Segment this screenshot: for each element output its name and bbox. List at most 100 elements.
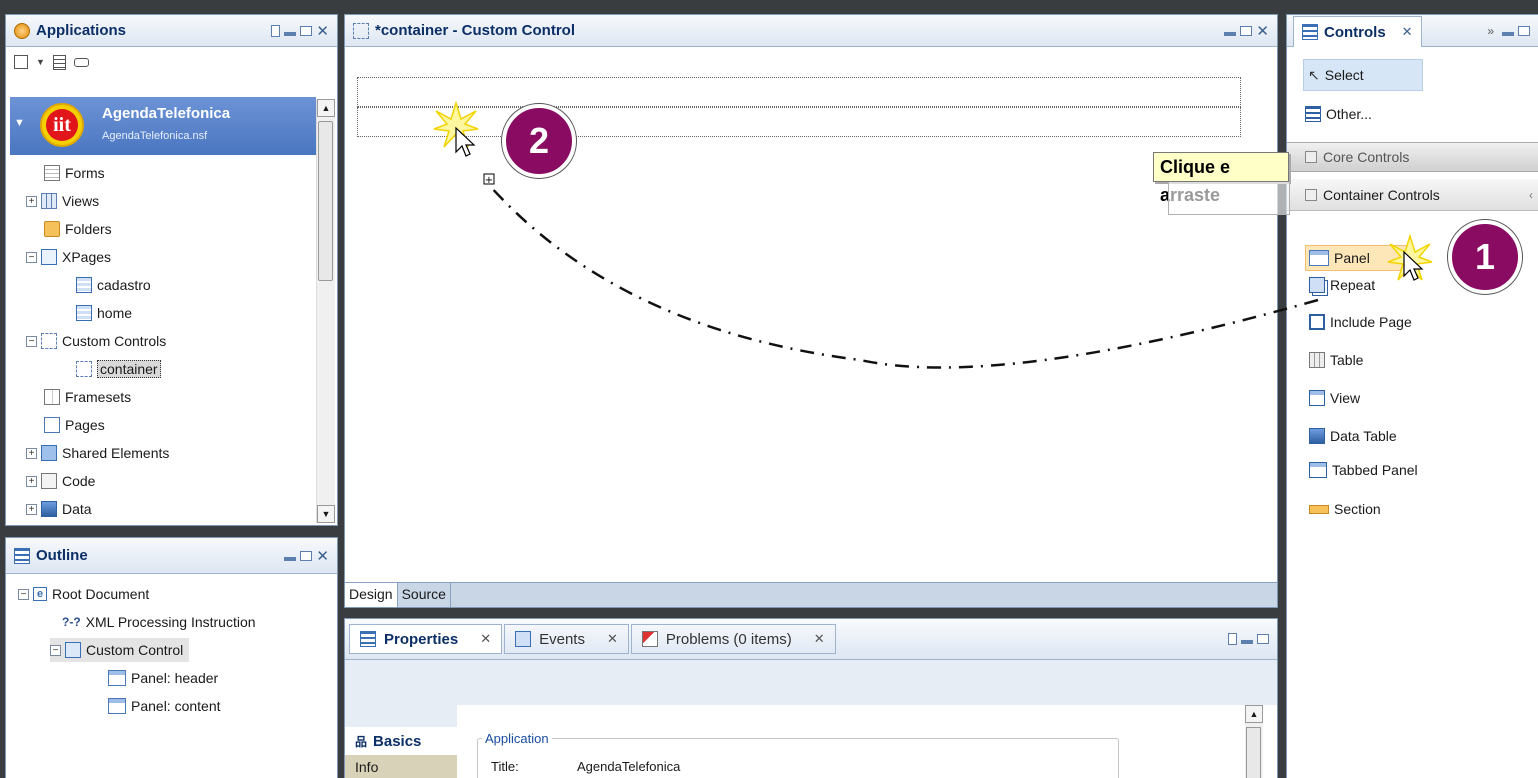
scroll-up-button[interactable]: ▲ xyxy=(1245,705,1263,723)
applications-scrollbar[interactable]: ▲ ▼ xyxy=(316,99,335,523)
collapse-icon[interactable]: − xyxy=(26,335,37,347)
outline-xml-instruction[interactable]: ?-? XML Processing Instruction xyxy=(62,610,256,634)
panel-icon xyxy=(1309,250,1329,266)
expand-icon[interactable]: + xyxy=(26,195,37,207)
maximize-icon[interactable] xyxy=(1518,25,1530,36)
control-panel[interactable]: Panel xyxy=(1305,245,1413,271)
data-icon xyxy=(41,501,57,517)
tree-item-framesets[interactable]: Framesets xyxy=(44,385,131,409)
close-icon[interactable]: ✕ xyxy=(1256,22,1269,40)
close-icon[interactable]: ✕ xyxy=(316,22,329,40)
minimize-icon[interactable] xyxy=(284,556,297,561)
collapse-icon[interactable]: − xyxy=(26,251,37,263)
tab-source[interactable]: Source xyxy=(398,583,451,607)
minimize-icon[interactable] xyxy=(284,31,297,36)
properties-panel: Properties ✕ Events ✕ Problems (0 items)… xyxy=(344,618,1278,778)
tab-events[interactable]: Events ✕ xyxy=(504,624,629,654)
control-repeat[interactable]: Repeat xyxy=(1309,272,1375,298)
view-menu-icon[interactable] xyxy=(271,24,281,37)
properties-scrollbar[interactable]: ▲ xyxy=(1245,705,1263,778)
control-section[interactable]: Section xyxy=(1309,496,1381,522)
tree-item-folders[interactable]: Folders xyxy=(44,217,112,241)
tree-item-container[interactable]: container xyxy=(76,357,161,381)
other-icon xyxy=(1305,106,1321,122)
collapse-drawer-icon[interactable]: ‹ xyxy=(1529,188,1533,202)
drawer-icon xyxy=(1305,188,1317,201)
control-tabbed-panel[interactable]: Tabbed Panel xyxy=(1309,457,1418,483)
drawer-icon xyxy=(1305,151,1317,163)
collapse-arrow-icon[interactable]: ▼ xyxy=(14,117,25,129)
minimize-icon[interactable] xyxy=(1502,31,1514,36)
side-tab-basics[interactable]: 品 Basics xyxy=(345,727,457,755)
collapse-icon[interactable]: − xyxy=(50,644,61,656)
expand-icon[interactable]: + xyxy=(26,447,37,459)
scroll-thumb[interactable] xyxy=(1246,727,1261,778)
tree-item-shared-elements[interactable]: + Shared Elements xyxy=(26,441,169,465)
applications-toolbar: ▼ xyxy=(6,47,337,77)
tree-item-custom-controls[interactable]: − Custom Controls xyxy=(26,329,166,353)
panel-content-placeholder[interactable] xyxy=(357,107,1241,137)
list-view-icon[interactable] xyxy=(73,57,89,67)
scroll-up-button[interactable]: ▲ xyxy=(317,99,335,117)
tree-item-xpages[interactable]: − XPages xyxy=(26,245,111,269)
problems-icon xyxy=(641,631,658,647)
control-include-page[interactable]: Include Page xyxy=(1309,309,1412,335)
maximize-icon[interactable] xyxy=(300,550,313,561)
repeat-icon xyxy=(1309,277,1325,293)
tree-item-code[interactable]: + Code xyxy=(26,469,95,493)
tree-view-icon[interactable] xyxy=(52,54,66,70)
close-icon[interactable]: ✕ xyxy=(480,631,491,647)
side-tab-info[interactable]: Info xyxy=(345,755,457,778)
design-canvas[interactable] xyxy=(345,47,1277,582)
properties-content: 品 Basics Info Application Title: AgendaT… xyxy=(345,705,1277,778)
close-icon[interactable]: ✕ xyxy=(607,631,618,647)
tree-item-forms[interactable]: Forms xyxy=(44,161,105,185)
close-icon[interactable]: ✕ xyxy=(316,547,329,565)
view-menu-icon[interactable] xyxy=(1228,633,1237,645)
scroll-down-button[interactable]: ▼ xyxy=(317,505,335,523)
maximize-icon[interactable] xyxy=(1240,25,1253,36)
close-icon[interactable]: ✕ xyxy=(1402,24,1413,40)
control-view[interactable]: View xyxy=(1309,385,1360,411)
xpages-icon xyxy=(41,249,57,265)
collapse-icon[interactable]: − xyxy=(18,588,29,600)
app-item-agendatelefonica[interactable]: ▼ iit AgendaTelefonica AgendaTelefonica.… xyxy=(10,97,316,155)
properties-tabbar: Properties ✕ Events ✕ Problems (0 items)… xyxy=(345,619,1277,660)
expand-icon[interactable]: + xyxy=(26,475,37,487)
controls-tab[interactable]: Controls ✕ xyxy=(1293,16,1422,47)
minimize-icon[interactable] xyxy=(1224,31,1237,36)
select-tool[interactable]: ↖ Select xyxy=(1303,59,1423,91)
tree-item-data[interactable]: + Data xyxy=(26,497,92,521)
outline-panel-content[interactable]: Panel: content xyxy=(108,694,221,718)
tree-item-pages[interactable]: Pages xyxy=(44,413,105,437)
control-table[interactable]: Table xyxy=(1309,347,1363,373)
minimize-icon[interactable] xyxy=(1241,640,1253,644)
tab-design[interactable]: Design xyxy=(345,583,398,607)
other-tool[interactable]: Other... xyxy=(1305,101,1372,127)
step-badge-2: 2 xyxy=(502,104,576,178)
new-icon[interactable] xyxy=(14,55,28,69)
maximize-icon[interactable] xyxy=(1257,634,1269,644)
expand-icon[interactable]: + xyxy=(26,503,37,515)
drawer-container-controls[interactable]: Container Controls ‹ xyxy=(1287,179,1538,211)
view-icon xyxy=(41,193,57,209)
basics-icon: 品 xyxy=(355,734,368,749)
tab-properties[interactable]: Properties ✕ xyxy=(349,624,503,654)
custom-control-icon xyxy=(65,642,81,658)
tree-item-cadastro[interactable]: cadastro xyxy=(76,273,151,297)
control-data-table[interactable]: Data Table xyxy=(1309,423,1397,449)
panel-header-placeholder[interactable] xyxy=(357,77,1241,107)
outline-custom-control[interactable]: − Custom Control xyxy=(50,638,190,662)
outline-panel-header[interactable]: Panel: header xyxy=(108,666,218,690)
tree-item-home[interactable]: home xyxy=(76,301,132,325)
tree-item-views[interactable]: + Views xyxy=(26,189,99,213)
dropdown-icon[interactable]: ▼ xyxy=(36,57,45,67)
app-logo: iit xyxy=(40,103,84,147)
tab-problems[interactable]: Problems (0 items) ✕ xyxy=(630,624,836,654)
drawer-core-controls[interactable]: Core Controls xyxy=(1287,142,1538,172)
outline-root-document[interactable]: − e Root Document xyxy=(18,582,149,606)
overflow-chevron-icon[interactable]: » xyxy=(1487,24,1494,38)
scroll-thumb[interactable] xyxy=(318,121,333,281)
maximize-icon[interactable] xyxy=(300,25,313,36)
close-icon[interactable]: ✕ xyxy=(814,631,825,647)
